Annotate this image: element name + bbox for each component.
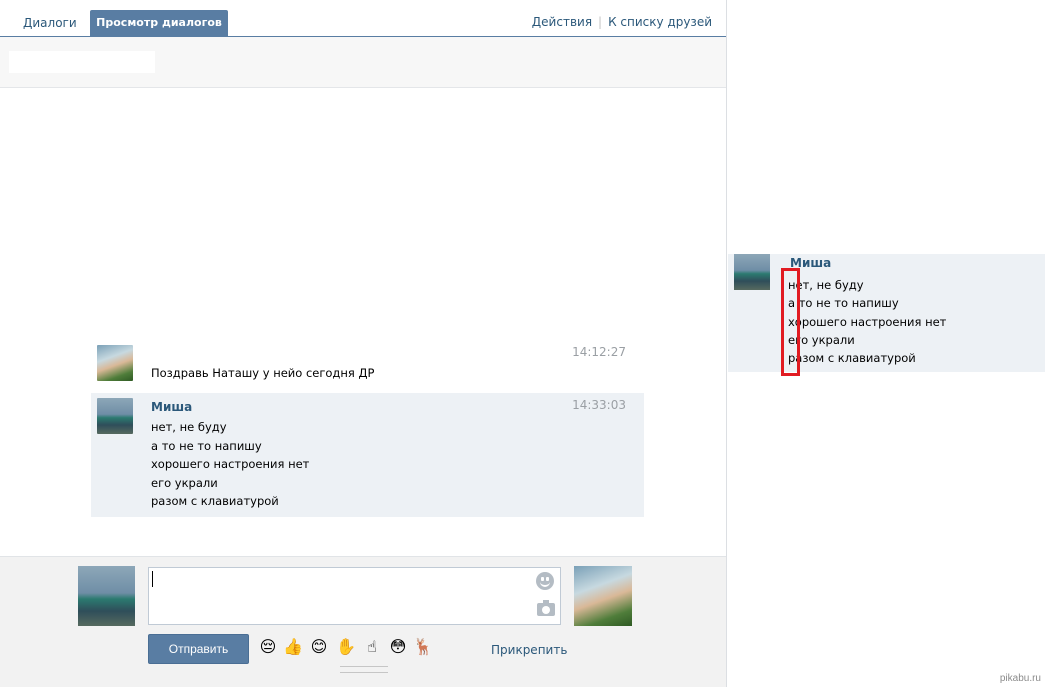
message-line: нет, не буду bbox=[151, 420, 227, 434]
watermark: pikabu.ru bbox=[999, 673, 1041, 684]
avatar bbox=[734, 254, 770, 290]
text-cursor bbox=[152, 571, 153, 587]
deer-emoji-icon[interactable]: 🦌 bbox=[413, 637, 433, 657]
link-separator: | bbox=[598, 15, 603, 29]
raised-hand-emoji-icon[interactable]: ✋ bbox=[336, 637, 356, 657]
message-composer: Отправить 😔 👍 😊 ✋ ☝ 😳 🦌 Прикрепить bbox=[0, 556, 726, 687]
message-item: Миша 14:33:03 нет, не буду а то не то на… bbox=[91, 393, 644, 517]
pointing-up-emoji-icon[interactable]: ☝ bbox=[362, 637, 382, 657]
message-time: 14:12:27 bbox=[572, 345, 626, 359]
message-author[interactable]: Миша bbox=[151, 400, 192, 414]
message-line: разом с клавиатурой bbox=[788, 351, 916, 366]
send-button[interactable]: Отправить bbox=[148, 634, 249, 664]
message-line: хорошего настроения нет bbox=[151, 457, 310, 471]
friends-list-link[interactable]: К списку друзей bbox=[608, 15, 712, 29]
camera-icon[interactable] bbox=[537, 600, 555, 616]
resize-handle[interactable] bbox=[340, 666, 388, 673]
search-bar bbox=[0, 37, 726, 88]
message-item: 14:12:27 Поздравь Наташу у нейо сегодня … bbox=[91, 340, 644, 386]
message-text: нет, не буду а то не то напишу хорошего … bbox=[788, 276, 946, 367]
message-input[interactable] bbox=[148, 567, 561, 625]
message-line: его украли bbox=[151, 475, 218, 490]
smile-emoji-icon[interactable]: 😊 bbox=[309, 637, 329, 657]
message-line: а то не то напишу bbox=[151, 438, 262, 453]
tab-view-dialogs[interactable]: Просмотр диалогов bbox=[90, 10, 228, 37]
tab-dialogs[interactable]: Диалоги bbox=[12, 10, 88, 37]
message-text: нет, не буду а то не то напишу хорошего … bbox=[151, 418, 309, 511]
message-line: хорошего настроения нет bbox=[788, 314, 947, 329]
pensive-emoji-icon[interactable]: 😔 bbox=[258, 637, 278, 657]
flushed-emoji-icon[interactable]: 😳 bbox=[388, 637, 408, 657]
thumbs-up-emoji-icon[interactable]: 👍 bbox=[283, 637, 303, 657]
message-line: разом с клавиатурой bbox=[151, 494, 279, 508]
avatar[interactable] bbox=[97, 345, 133, 381]
avatar[interactable] bbox=[97, 398, 133, 434]
my-avatar[interactable] bbox=[78, 566, 135, 626]
top-links: Действия | К списку друзей bbox=[532, 15, 712, 29]
message-line: нет, не буду bbox=[788, 278, 864, 292]
highlight-box bbox=[781, 268, 800, 376]
dialog-panel: Диалоги Просмотр диалогов Действия | К спи… bbox=[0, 0, 727, 687]
tabs-bar: Диалоги Просмотр диалогов Действия | К спи… bbox=[0, 0, 726, 37]
attach-link[interactable]: Прикрепить bbox=[491, 643, 567, 657]
smile-icon[interactable] bbox=[536, 572, 554, 590]
message-line: а то не то напишу bbox=[788, 296, 899, 311]
zoomed-message: Миша нет, не буду а то не то напишу хоро… bbox=[728, 254, 1045, 372]
message-list: 14:12:27 Поздравь Наташу у нейо сегодня … bbox=[0, 88, 726, 556]
actions-link[interactable]: Действия bbox=[532, 15, 592, 29]
message-time: 14:33:03 bbox=[572, 398, 626, 412]
message-line: Поздравь Наташу у нейо сегодня ДР bbox=[151, 366, 375, 380]
message-line: его украли bbox=[788, 332, 855, 347]
search-input[interactable] bbox=[9, 51, 155, 73]
recipient-avatar[interactable] bbox=[574, 566, 632, 626]
message-text: Поздравь Наташу у нейо сегодня ДР bbox=[151, 364, 374, 383]
